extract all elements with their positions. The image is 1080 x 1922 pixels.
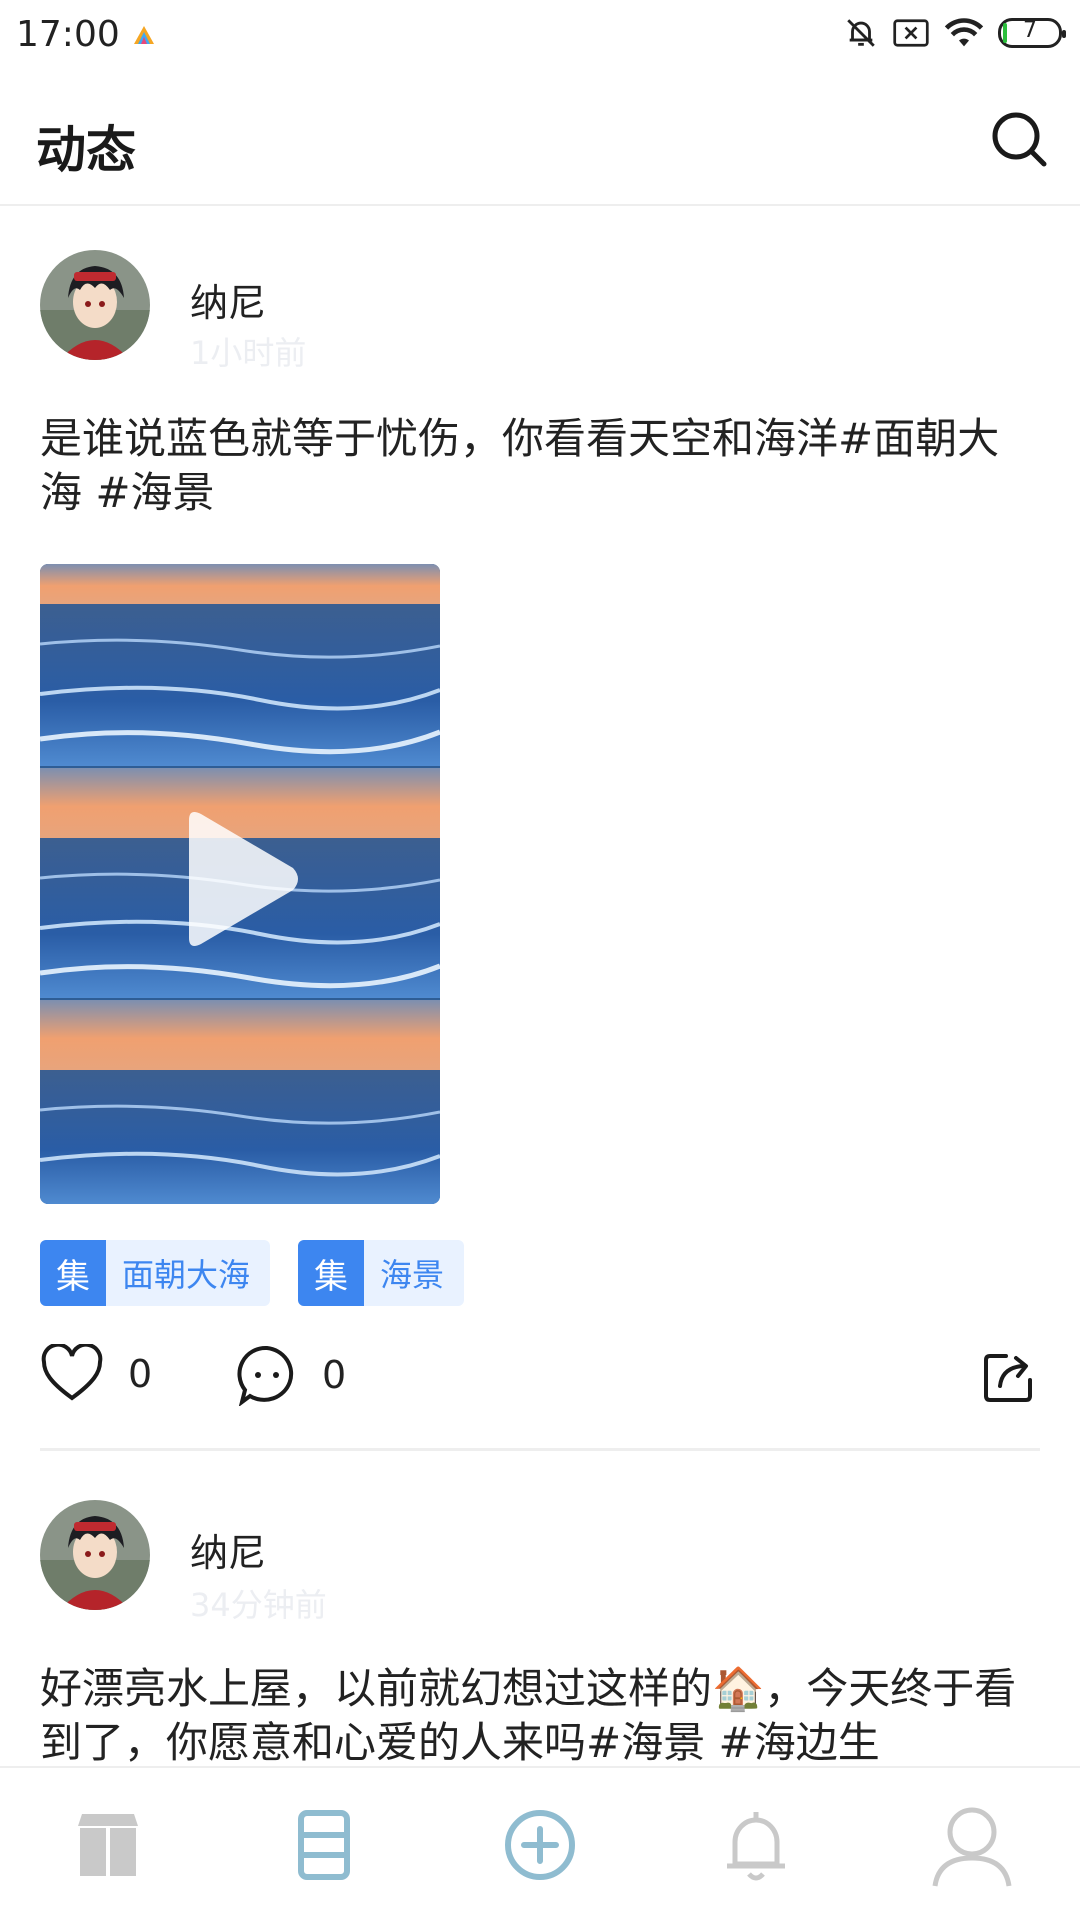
battery-icon: 7 [998,18,1066,48]
video-frame [40,1000,440,1204]
divider [40,1448,1040,1451]
share-icon[interactable] [980,1346,1040,1406]
search-icon[interactable] [988,108,1052,172]
nav-add[interactable] [432,1768,648,1922]
video-frame [40,564,440,766]
tag-chip[interactable]: 集 海景 [298,1240,465,1306]
profile-icon [932,1807,1012,1887]
page-title: 动态 [36,121,136,179]
wifi-icon [944,18,984,47]
notification-icon [727,1812,785,1881]
like-button[interactable]: 0 [40,1344,152,1404]
add-icon [505,1810,575,1880]
battery-tip [1062,30,1066,38]
nav-home[interactable] [0,1768,216,1922]
bell-off-icon [847,19,875,47]
status-time: 17:00 [16,14,120,55]
username[interactable]: 纳尼 [190,1522,266,1577]
tag-badge: 集 [40,1240,106,1306]
bottom-nav [0,1766,1080,1922]
play-icon[interactable] [175,804,305,954]
feed[interactable]: 纳尼 1小时前 是谁说蓝色就等于忧伤，你看看天空和海洋#面朝大海 #海景 集 面… [0,206,1080,1766]
heart-icon [41,1344,103,1401]
home-icon [78,1814,138,1876]
battery-level: 7 [1023,18,1037,43]
tag-label: 面朝大海 [122,1256,251,1294]
feed-icon [298,1810,350,1880]
post-actions: 0 0 [40,1344,1040,1414]
avatar[interactable] [40,250,150,360]
like-count: 0 [128,1352,153,1396]
tag-label: 海景 [380,1256,445,1294]
post-card[interactable]: 纳尼 1小时前 是谁说蓝色就等于忧伤，你看看天空和海洋#面朝大海 #海景 集 面… [0,206,1080,1451]
nav-notifications[interactable] [648,1768,864,1922]
post-time: 1小时前 [190,334,307,372]
username[interactable]: 纳尼 [190,272,266,327]
app-icon [134,26,154,44]
post-text[interactable]: 好漂亮水上屋，以前就幻想过这样的🏠，今天终于看到了，你愿意和心爱的人来吗#海景 … [40,1662,1040,1766]
avatar[interactable] [40,1500,150,1610]
status-icons: 7 [844,16,1066,50]
status-bar: 17:00 7 [0,0,1080,74]
post-video[interactable] [40,564,440,1204]
app-header: 动态 [0,74,1080,206]
tag-list: 集 面朝大海 集 海景 [40,1240,465,1306]
no-sim-icon [893,19,929,47]
tag-badge: 集 [298,1240,365,1306]
comment-icon [237,1345,294,1406]
nav-profile[interactable] [864,1768,1080,1922]
comment-button[interactable]: 0 [236,1344,346,1406]
comment-count: 0 [322,1353,347,1397]
post-text[interactable]: 是谁说蓝色就等于忧伤，你看看天空和海洋#面朝大海 #海景 [40,412,1040,520]
tag-chip[interactable]: 集 面朝大海 [40,1240,271,1306]
post-time: 34分钟前 [190,1586,327,1624]
nav-feed[interactable] [216,1768,432,1922]
